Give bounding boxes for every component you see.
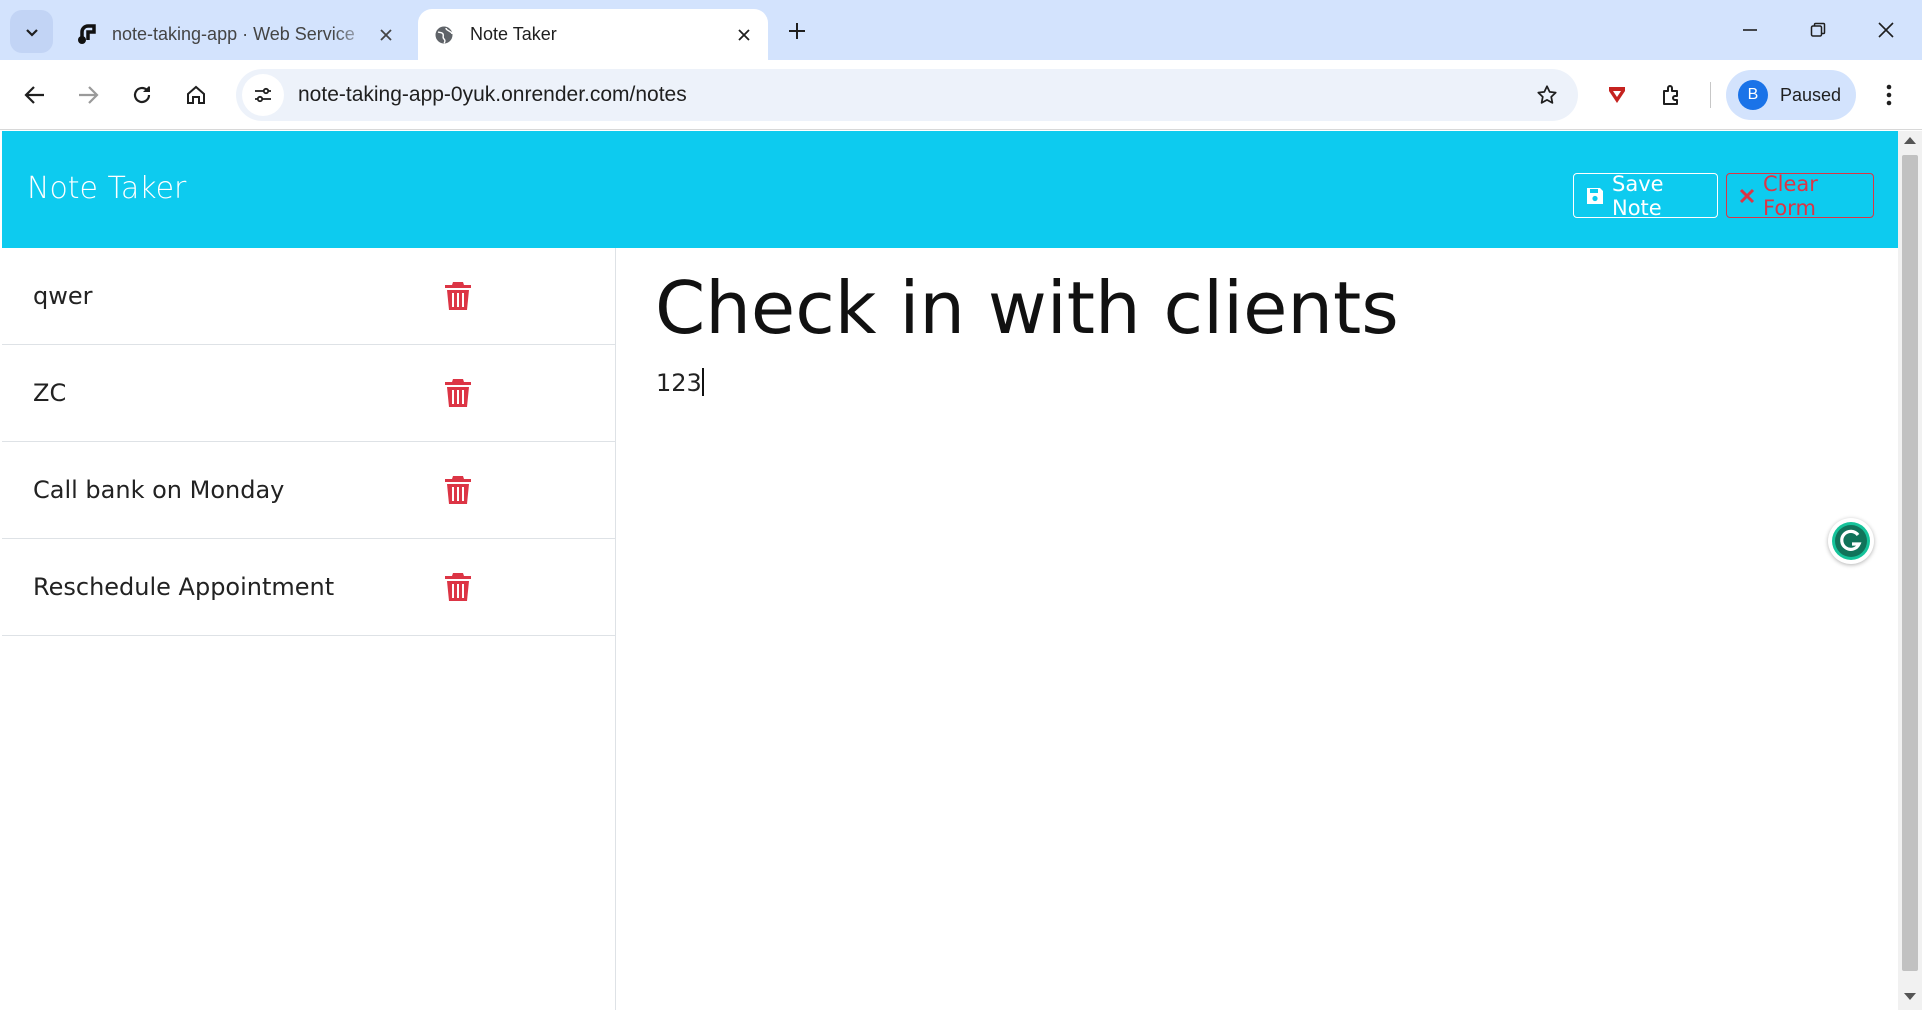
render-logo-icon bbox=[74, 23, 98, 47]
minimize-icon bbox=[1743, 29, 1757, 31]
profile-button[interactable]: B Paused bbox=[1726, 70, 1856, 120]
note-list-title: ZC bbox=[33, 379, 67, 407]
web-page: Note Taker Save Note Clear Form qwer ZC … bbox=[2, 131, 1898, 1010]
restore-icon bbox=[1810, 22, 1826, 37]
list-item[interactable]: ZC bbox=[2, 345, 616, 442]
note-text-area[interactable]: 123 bbox=[656, 368, 704, 397]
restore-button[interactable] bbox=[1793, 10, 1843, 50]
toolbar-divider bbox=[1710, 82, 1711, 108]
trash-icon[interactable] bbox=[444, 572, 472, 602]
site-info-button[interactable] bbox=[242, 74, 284, 116]
browser-toolbar: note-taking-app-0yuk.onrender.com/notes … bbox=[0, 60, 1922, 130]
arrow-right-icon bbox=[79, 86, 99, 104]
note-list-title: qwer bbox=[33, 282, 93, 310]
list-item[interactable]: Call bank on Monday bbox=[2, 442, 616, 539]
close-window-button[interactable] bbox=[1861, 10, 1911, 50]
profile-status: Paused bbox=[1780, 84, 1842, 105]
plus-icon bbox=[789, 23, 805, 39]
trash-icon[interactable] bbox=[444, 378, 472, 408]
browser-menu-button[interactable] bbox=[1868, 74, 1910, 116]
tab-title: Note Taker bbox=[470, 24, 557, 44]
scroll-up-arrow[interactable] bbox=[1904, 137, 1916, 144]
app-navbar: Note Taker Save Note Clear Form bbox=[2, 131, 1898, 248]
close-tab-icon[interactable] bbox=[730, 21, 758, 49]
list-item[interactable]: qwer bbox=[2, 248, 616, 345]
reload-icon bbox=[133, 86, 151, 104]
page-scrollbar[interactable] bbox=[1898, 131, 1922, 1010]
url-text[interactable]: note-taking-app-0yuk.onrender.com/notes bbox=[298, 83, 1526, 107]
tab-title: note-taking-app · Web Service bbox=[112, 24, 355, 44]
bookmark-button[interactable] bbox=[1526, 74, 1568, 116]
grammarly-button[interactable] bbox=[1828, 518, 1874, 564]
note-list-title: Call bank on Monday bbox=[33, 476, 285, 504]
star-icon bbox=[1537, 85, 1557, 104]
app-brand[interactable]: Note Taker bbox=[27, 171, 186, 206]
list-item[interactable]: Reschedule Appointment bbox=[2, 539, 616, 636]
save-note-button[interactable]: Save Note bbox=[1573, 171, 1718, 220]
tab-search-button[interactable] bbox=[10, 10, 53, 53]
text-caret bbox=[701, 368, 704, 396]
back-button[interactable] bbox=[14, 74, 56, 116]
scroll-thumb[interactable] bbox=[1902, 155, 1918, 971]
note-list: qwer ZC Call bank on Monday Reschedule A… bbox=[2, 248, 616, 1010]
new-tab-button[interactable] bbox=[780, 14, 814, 48]
puzzle-icon bbox=[1663, 85, 1678, 105]
note-title-input[interactable]: Check in with clients bbox=[655, 266, 1399, 350]
note-text: 123 bbox=[656, 369, 702, 397]
home-icon bbox=[187, 85, 205, 104]
arrow-left-icon bbox=[24, 86, 44, 104]
tune-icon bbox=[255, 87, 271, 103]
save-note-label: Save Note bbox=[1612, 171, 1664, 220]
forward-button[interactable] bbox=[67, 74, 109, 116]
tab-note-taker[interactable]: Note Taker bbox=[418, 9, 768, 60]
clear-form-label: Clear Form bbox=[1763, 171, 1818, 220]
clear-form-button[interactable]: Clear Form bbox=[1726, 171, 1874, 220]
floppy-disk-icon bbox=[1586, 187, 1604, 205]
extension-button[interactable] bbox=[1596, 74, 1638, 116]
chevron-down-icon bbox=[25, 28, 38, 37]
trash-icon[interactable] bbox=[444, 475, 472, 505]
home-button[interactable] bbox=[175, 74, 217, 116]
address-bar[interactable]: note-taking-app-0yuk.onrender.com/notes bbox=[236, 69, 1578, 121]
note-editor: Check in with clients 123 bbox=[616, 248, 1898, 1010]
trash-icon[interactable] bbox=[444, 281, 472, 311]
globe-icon bbox=[432, 23, 456, 47]
more-vert-icon bbox=[1886, 84, 1892, 106]
close-tab-icon[interactable] bbox=[372, 21, 400, 49]
avatar: B bbox=[1738, 80, 1768, 110]
reload-button[interactable] bbox=[121, 74, 163, 116]
grammarly-icon bbox=[1832, 522, 1870, 560]
shield-extension-icon bbox=[1609, 87, 1625, 103]
browser-tab-strip: note-taking-app · Web Service Note Taker bbox=[0, 0, 1922, 60]
close-icon bbox=[1878, 22, 1894, 38]
close-icon bbox=[1739, 188, 1755, 204]
tab-web-service[interactable]: note-taking-app · Web Service bbox=[60, 9, 410, 60]
extensions-menu-button[interactable] bbox=[1651, 74, 1693, 116]
scroll-down-arrow[interactable] bbox=[1904, 993, 1916, 1000]
note-list-title: Reschedule Appointment bbox=[33, 573, 335, 601]
minimize-button[interactable] bbox=[1725, 10, 1775, 50]
